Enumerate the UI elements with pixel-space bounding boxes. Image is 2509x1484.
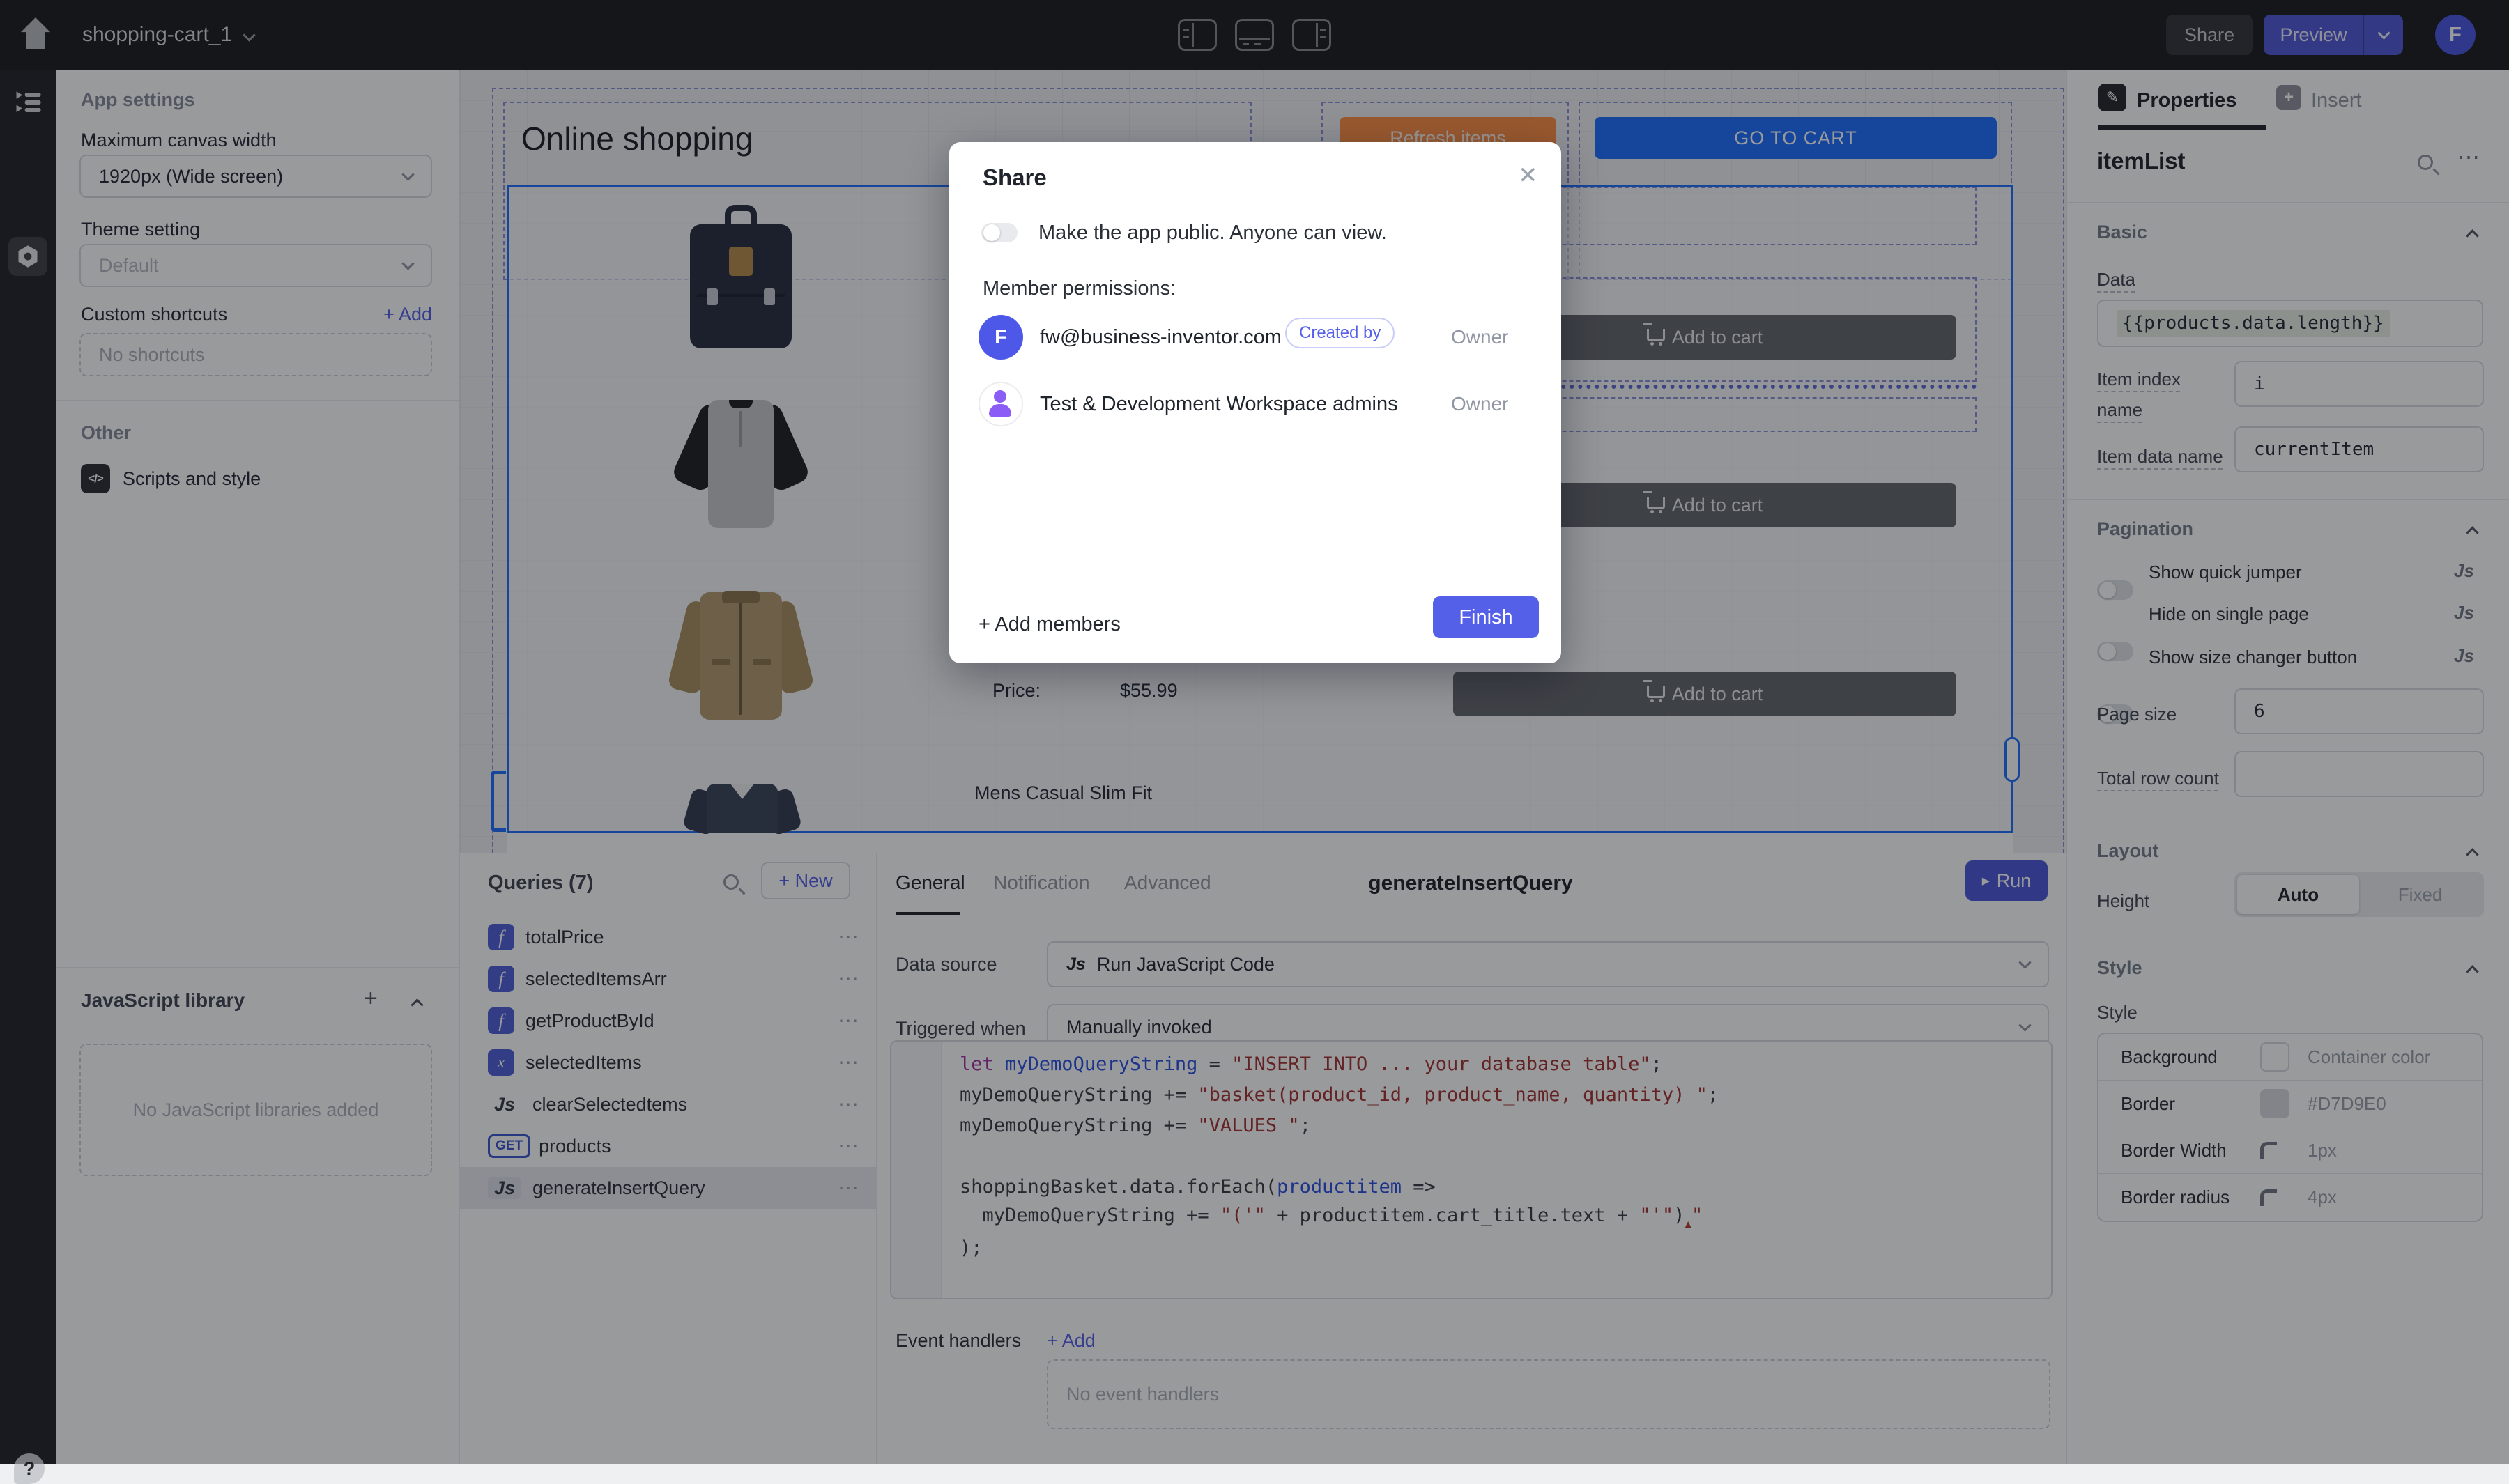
member-role[interactable]: Owner xyxy=(1451,393,1508,415)
member-permissions-label: Member permissions: xyxy=(983,277,1176,300)
close-icon[interactable]: ✕ xyxy=(1518,162,1538,190)
member-name: fw@business-inventor.com xyxy=(1040,326,1282,349)
make-public-toggle[interactable] xyxy=(981,223,1018,242)
share-modal-title: Share xyxy=(983,164,1047,191)
group-avatar xyxy=(979,382,1023,426)
add-members-link[interactable]: + Add members xyxy=(979,613,1121,636)
person-icon xyxy=(979,382,1023,426)
share-modal: Share ✕ Make the app public. Anyone can … xyxy=(949,142,1561,663)
created-by-badge: Created by xyxy=(1285,318,1395,348)
member-role[interactable]: Owner xyxy=(1451,326,1508,348)
finish-button[interactable]: Finish xyxy=(1433,596,1539,638)
member-avatar: F xyxy=(979,315,1023,360)
make-public-label: Make the app public. Anyone can view. xyxy=(1038,222,1387,245)
member-name: Test & Development Workspace admins xyxy=(1040,393,1398,416)
